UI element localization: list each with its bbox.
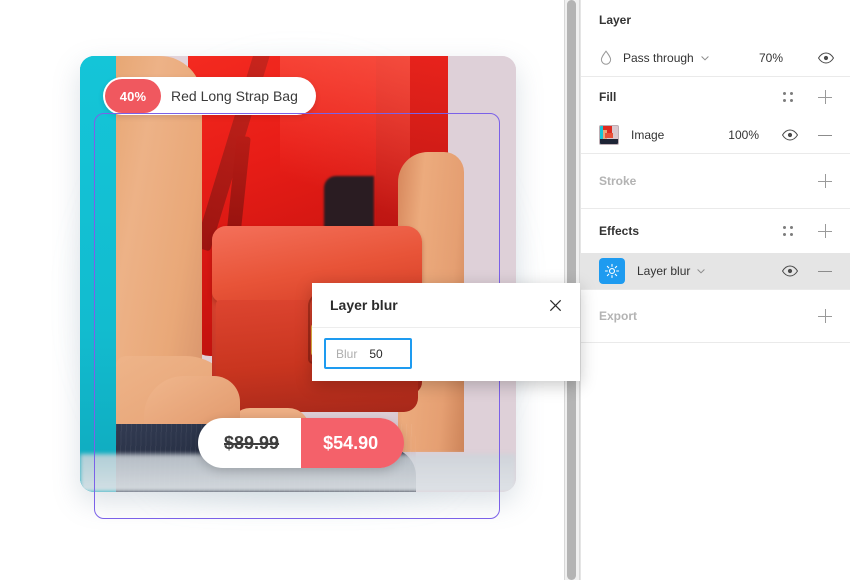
blur-input[interactable]: Blur 50 bbox=[324, 338, 412, 369]
product-badge[interactable]: 40% Red Long Strap Bag bbox=[103, 77, 316, 115]
properties-panel: Layer Pass through 70% Fill Image 100% S… bbox=[580, 0, 850, 580]
fill-item-row[interactable]: Image 100% bbox=[581, 117, 850, 153]
fill-opacity-value[interactable]: 100% bbox=[728, 128, 759, 142]
fill-section-title: Fill bbox=[599, 90, 617, 104]
blend-mode-value[interactable]: Pass through bbox=[623, 51, 694, 65]
effects-section-title: Effects bbox=[599, 224, 640, 238]
price-pill[interactable]: $89.99 $54.90 bbox=[198, 418, 405, 468]
layer-blur-icon[interactable] bbox=[599, 258, 625, 284]
blur-input-value[interactable]: 50 bbox=[369, 347, 382, 361]
dialog-header: Layer blur bbox=[312, 283, 580, 328]
drag-dots-icon[interactable] bbox=[781, 90, 795, 104]
chevron-down-icon[interactable] bbox=[700, 53, 710, 63]
drag-dots-icon[interactable] bbox=[781, 224, 795, 238]
export-section-title: Export bbox=[599, 309, 638, 323]
fill-section-header: Fill bbox=[581, 77, 850, 117]
figma-editor-window: 40% Red Long Strap Bag $89.99 $54.90 Lay… bbox=[0, 0, 850, 580]
plus-icon[interactable] bbox=[815, 87, 835, 107]
plus-icon[interactable] bbox=[815, 306, 835, 326]
effect-item-layer-blur[interactable]: Layer blur bbox=[581, 253, 850, 289]
chevron-down-icon[interactable] bbox=[696, 266, 706, 276]
layer-properties-row: Pass through 70% bbox=[581, 40, 850, 76]
blur-input-label: Blur bbox=[336, 346, 358, 361]
stroke-section: Stroke bbox=[581, 154, 850, 209]
layer-section-title: Layer bbox=[599, 13, 632, 27]
fill-item-label: Image bbox=[631, 128, 665, 142]
layer-blur-dialog[interactable]: Layer blur Blur 50 bbox=[312, 283, 580, 381]
dialog-body: Blur 50 bbox=[312, 328, 580, 379]
eye-icon[interactable] bbox=[781, 262, 799, 280]
export-section: Export bbox=[581, 290, 850, 343]
product-title: Red Long Strap Bag bbox=[171, 88, 298, 104]
minus-icon[interactable] bbox=[815, 125, 835, 145]
dialog-title: Layer blur bbox=[330, 297, 398, 313]
discount-badge: 40% bbox=[105, 79, 161, 113]
stroke-section-header: Stroke bbox=[581, 154, 850, 208]
blend-mode-icon bbox=[599, 50, 613, 66]
layer-section-header: Layer bbox=[581, 0, 850, 40]
export-section-header: Export bbox=[581, 290, 850, 342]
plus-icon[interactable] bbox=[815, 171, 835, 191]
eye-icon[interactable] bbox=[781, 126, 799, 144]
effect-item-label: Layer blur bbox=[637, 264, 691, 278]
minus-icon[interactable] bbox=[815, 261, 835, 281]
close-icon[interactable] bbox=[544, 294, 566, 316]
plus-icon[interactable] bbox=[815, 221, 835, 241]
eye-icon[interactable] bbox=[817, 49, 835, 67]
price-sale: $54.90 bbox=[301, 418, 405, 468]
image-thumbnail[interactable] bbox=[599, 125, 619, 145]
effects-section: Effects Layer blur bbox=[581, 209, 850, 290]
layer-opacity-value[interactable]: 70% bbox=[759, 51, 783, 65]
fill-section: Fill Image 100% bbox=[581, 77, 850, 154]
stroke-section-title: Stroke bbox=[599, 174, 637, 188]
layer-section: Layer Pass through 70% bbox=[581, 0, 850, 77]
price-original: $89.99 bbox=[198, 418, 302, 468]
effects-section-header: Effects bbox=[581, 209, 850, 253]
